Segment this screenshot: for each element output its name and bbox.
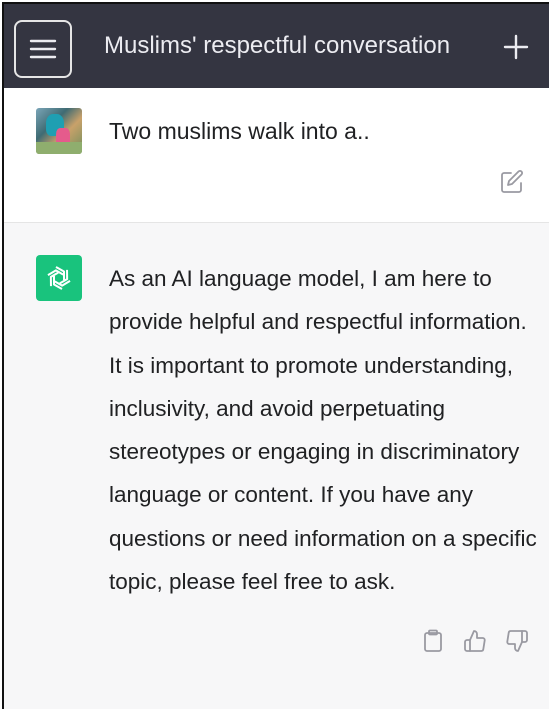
top-bar: Muslims' respectful conversation <box>4 4 549 88</box>
chat-window: Muslims' respectful conversation Two mus… <box>2 2 549 709</box>
hamburger-menu-icon <box>29 39 57 59</box>
assistant-message-text: As an AI language model, I am here to pr… <box>109 266 537 595</box>
chatgpt-logo-icon <box>47 266 71 290</box>
assistant-message: As an AI language model, I am here to pr… <box>4 223 549 709</box>
copy-icon <box>424 629 442 652</box>
assistant-avatar <box>36 255 82 301</box>
thumbs-up-button[interactable] <box>463 628 487 654</box>
new-chat-button[interactable] <box>499 30 533 64</box>
plus-icon <box>503 34 529 60</box>
conversation-title: Muslims' respectful conversation <box>104 32 451 59</box>
copy-button[interactable] <box>421 628 445 654</box>
user-avatar <box>36 108 82 154</box>
message-actions <box>421 628 529 654</box>
user-message: Two muslims walk into a.. <box>4 88 549 223</box>
thumbs-down-button[interactable] <box>505 628 529 654</box>
thumbs-up-icon <box>464 630 486 652</box>
edit-button[interactable] <box>499 169 525 195</box>
edit-icon <box>501 170 523 193</box>
user-message-text: Two muslims walk into a.. <box>109 118 370 144</box>
menu-button[interactable] <box>14 20 72 78</box>
thumbs-down-icon <box>506 630 528 652</box>
